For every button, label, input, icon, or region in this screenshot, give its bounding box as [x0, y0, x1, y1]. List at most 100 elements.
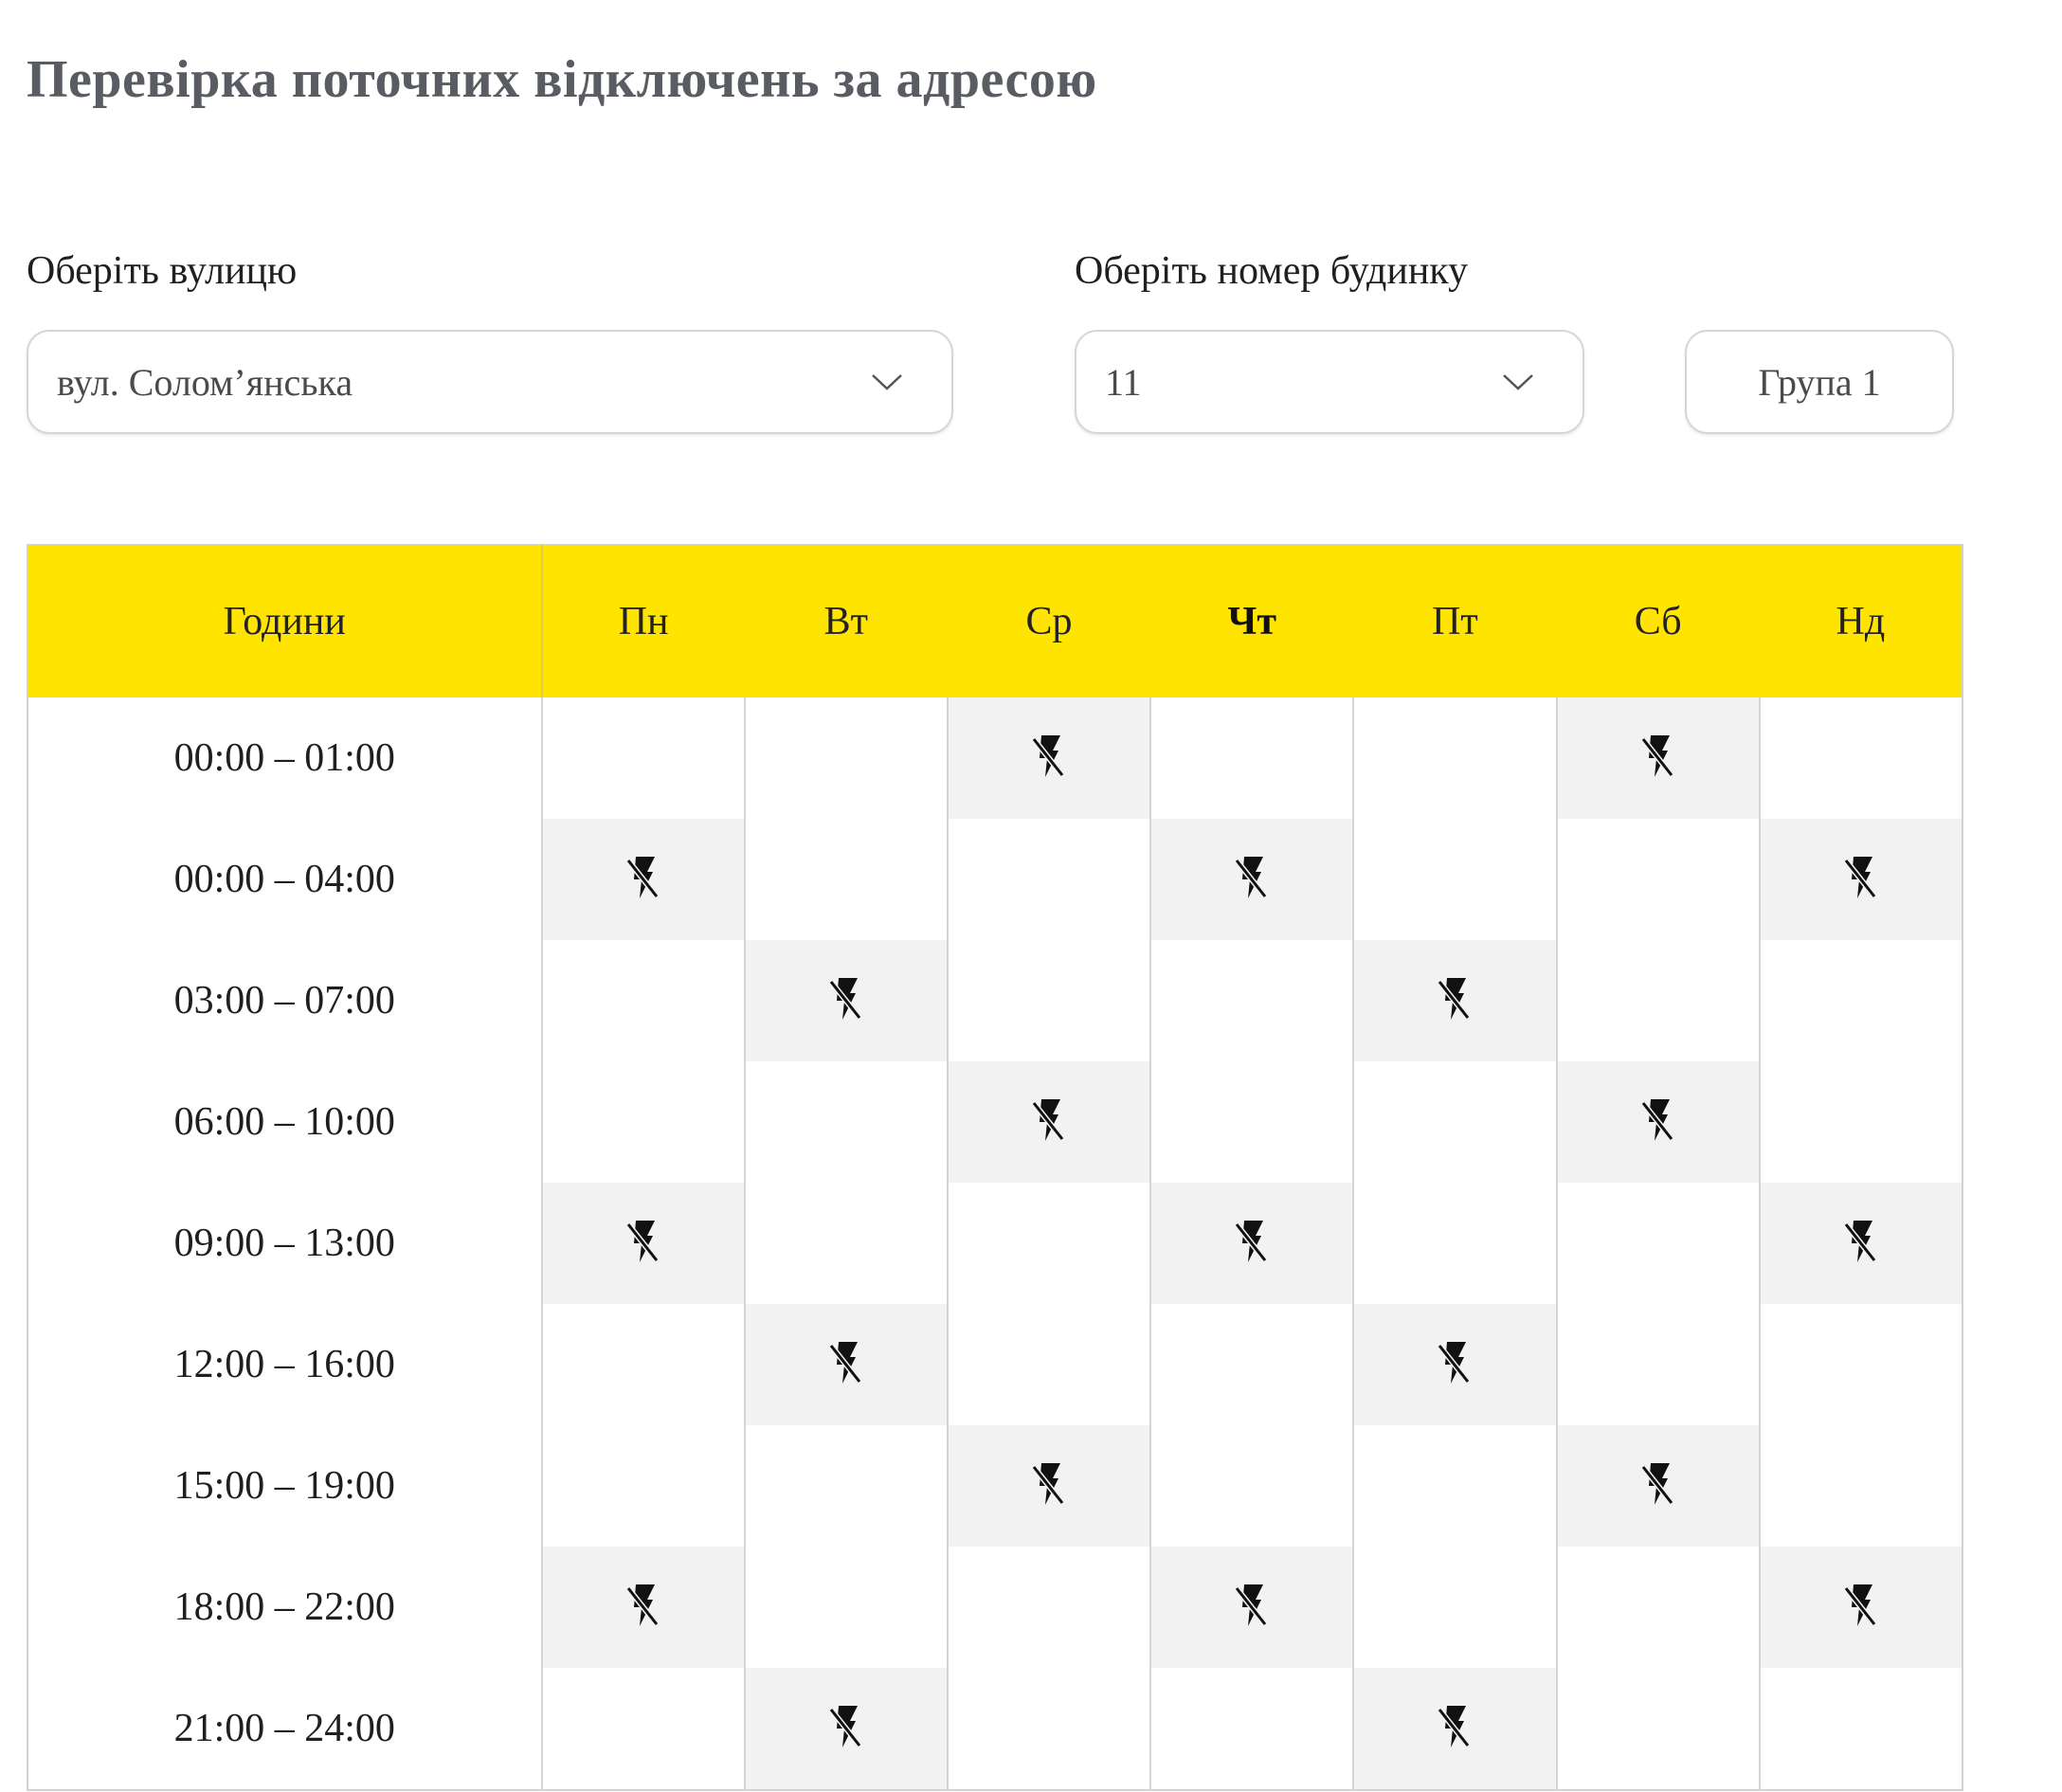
outage-cell: [1352, 1304, 1557, 1425]
no-power-lightning-icon: [1436, 1705, 1474, 1753]
outage-cell: [540, 1183, 745, 1304]
outage-cell: [946, 697, 1151, 819]
house-label: Оберіть номер будинку: [1075, 249, 1469, 293]
outage-cell: [743, 1668, 948, 1790]
empty-cell: [540, 1668, 745, 1790]
empty-cell: [946, 1668, 1151, 1790]
empty-cell: [1352, 1547, 1557, 1668]
outage-cell: [1149, 1547, 1354, 1668]
empty-cell: [1555, 940, 1760, 1061]
empty-cell: [1555, 1304, 1760, 1425]
empty-cell: [743, 697, 948, 819]
empty-cell: [540, 1425, 745, 1547]
column-header-day: Пт: [1353, 545, 1557, 697]
column-header-hours: Години: [27, 545, 543, 697]
no-power-lightning-icon: [1639, 734, 1677, 783]
empty-cell: [743, 1061, 948, 1183]
empty-cell: [1352, 1425, 1557, 1547]
empty-cell: [540, 1061, 745, 1183]
no-power-lightning-icon: [624, 1584, 662, 1632]
empty-cell: [946, 940, 1151, 1061]
street-select[interactable]: вул. Солом’янська: [27, 330, 953, 434]
empty-cell: [946, 1183, 1151, 1304]
no-power-lightning-icon: [1030, 734, 1068, 783]
table-row: 00:00 – 01:00: [27, 697, 1963, 819]
no-power-lightning-icon: [624, 856, 662, 904]
empty-cell: [540, 1304, 745, 1425]
house-number-select[interactable]: 11: [1075, 330, 1584, 434]
empty-cell: [1758, 1061, 1963, 1183]
empty-cell: [1758, 1425, 1963, 1547]
no-power-lightning-icon: [1030, 1098, 1068, 1147]
column-header-day: Вт: [744, 545, 948, 697]
empty-cell: [1149, 1061, 1354, 1183]
table-row: 06:00 – 10:00: [27, 1061, 1963, 1183]
empty-cell: [1758, 1668, 1963, 1790]
no-power-lightning-icon: [1030, 1462, 1068, 1511]
no-power-lightning-icon: [827, 1705, 865, 1753]
empty-cell: [1352, 819, 1557, 940]
hours-cell: 21:00 – 24:00: [27, 1668, 542, 1790]
outage-cell: [743, 940, 948, 1061]
outage-cell: [1555, 1425, 1760, 1547]
empty-cell: [540, 940, 745, 1061]
outage-cell: [1352, 940, 1557, 1061]
column-header-day: Нд: [1759, 545, 1963, 697]
empty-cell: [1149, 940, 1354, 1061]
empty-cell: [1149, 1425, 1354, 1547]
empty-cell: [1149, 697, 1354, 819]
outage-cell: [1352, 1668, 1557, 1790]
empty-cell: [1555, 1183, 1760, 1304]
outage-cell: [743, 1304, 948, 1425]
no-power-lightning-icon: [1639, 1462, 1677, 1511]
hours-cell: 03:00 – 07:00: [27, 940, 542, 1061]
column-header-day: Сб: [1556, 545, 1760, 697]
empty-cell: [1352, 697, 1557, 819]
outage-cell: [1149, 1183, 1354, 1304]
no-power-lightning-icon: [1842, 1584, 1880, 1632]
outage-cell: [540, 1547, 745, 1668]
table-header-row: Години Пн Вт Ср Чт Пт Сб Нд: [27, 545, 1963, 697]
empty-cell: [946, 1304, 1151, 1425]
no-power-lightning-icon: [1842, 1220, 1880, 1268]
outage-cell: [1758, 1547, 1963, 1668]
empty-cell: [1149, 1304, 1354, 1425]
group-button[interactable]: Група 1: [1685, 330, 1954, 434]
outage-cell: [1758, 1183, 1963, 1304]
hours-cell: 15:00 – 19:00: [27, 1425, 542, 1547]
empty-cell: [743, 1183, 948, 1304]
column-header-day-today: Чт: [1150, 545, 1354, 697]
empty-cell: [1555, 1668, 1760, 1790]
table-row: 12:00 – 16:00: [27, 1304, 1963, 1425]
empty-cell: [1758, 697, 1963, 819]
empty-cell: [1352, 1061, 1557, 1183]
hours-cell: 00:00 – 04:00: [27, 819, 542, 940]
outage-cell: [946, 1061, 1151, 1183]
empty-cell: [743, 1547, 948, 1668]
table-row: 00:00 – 04:00: [27, 819, 1963, 940]
empty-cell: [1555, 819, 1760, 940]
hours-cell: 06:00 – 10:00: [27, 1061, 542, 1183]
outage-cell: [540, 819, 745, 940]
hours-cell: 09:00 – 13:00: [27, 1183, 542, 1304]
chevron-down-icon: [1490, 363, 1546, 401]
page-title: Перевірка поточних відключень за адресою: [27, 49, 1097, 109]
empty-cell: [743, 819, 948, 940]
empty-cell: [1352, 1183, 1557, 1304]
no-power-lightning-icon: [827, 1341, 865, 1389]
hours-cell: 18:00 – 22:00: [27, 1547, 542, 1668]
table-row: 21:00 – 24:00: [27, 1668, 1963, 1790]
no-power-lightning-icon: [624, 1220, 662, 1268]
column-header-day: Ср: [947, 545, 1151, 697]
street-select-value: вул. Солом’янська: [57, 360, 353, 404]
house-select-value: 11: [1105, 360, 1142, 404]
no-power-lightning-icon: [1436, 977, 1474, 1025]
table-row: 18:00 – 22:00: [27, 1547, 1963, 1668]
outage-cell: [946, 1425, 1151, 1547]
no-power-lightning-icon: [1233, 1220, 1271, 1268]
outage-schedule-table: Години Пн Вт Ср Чт Пт Сб Нд 00:00 – 01:0…: [27, 544, 1963, 1791]
empty-cell: [1758, 940, 1963, 1061]
empty-cell: [1149, 1668, 1354, 1790]
outage-cell: [1149, 819, 1354, 940]
no-power-lightning-icon: [1233, 1584, 1271, 1632]
